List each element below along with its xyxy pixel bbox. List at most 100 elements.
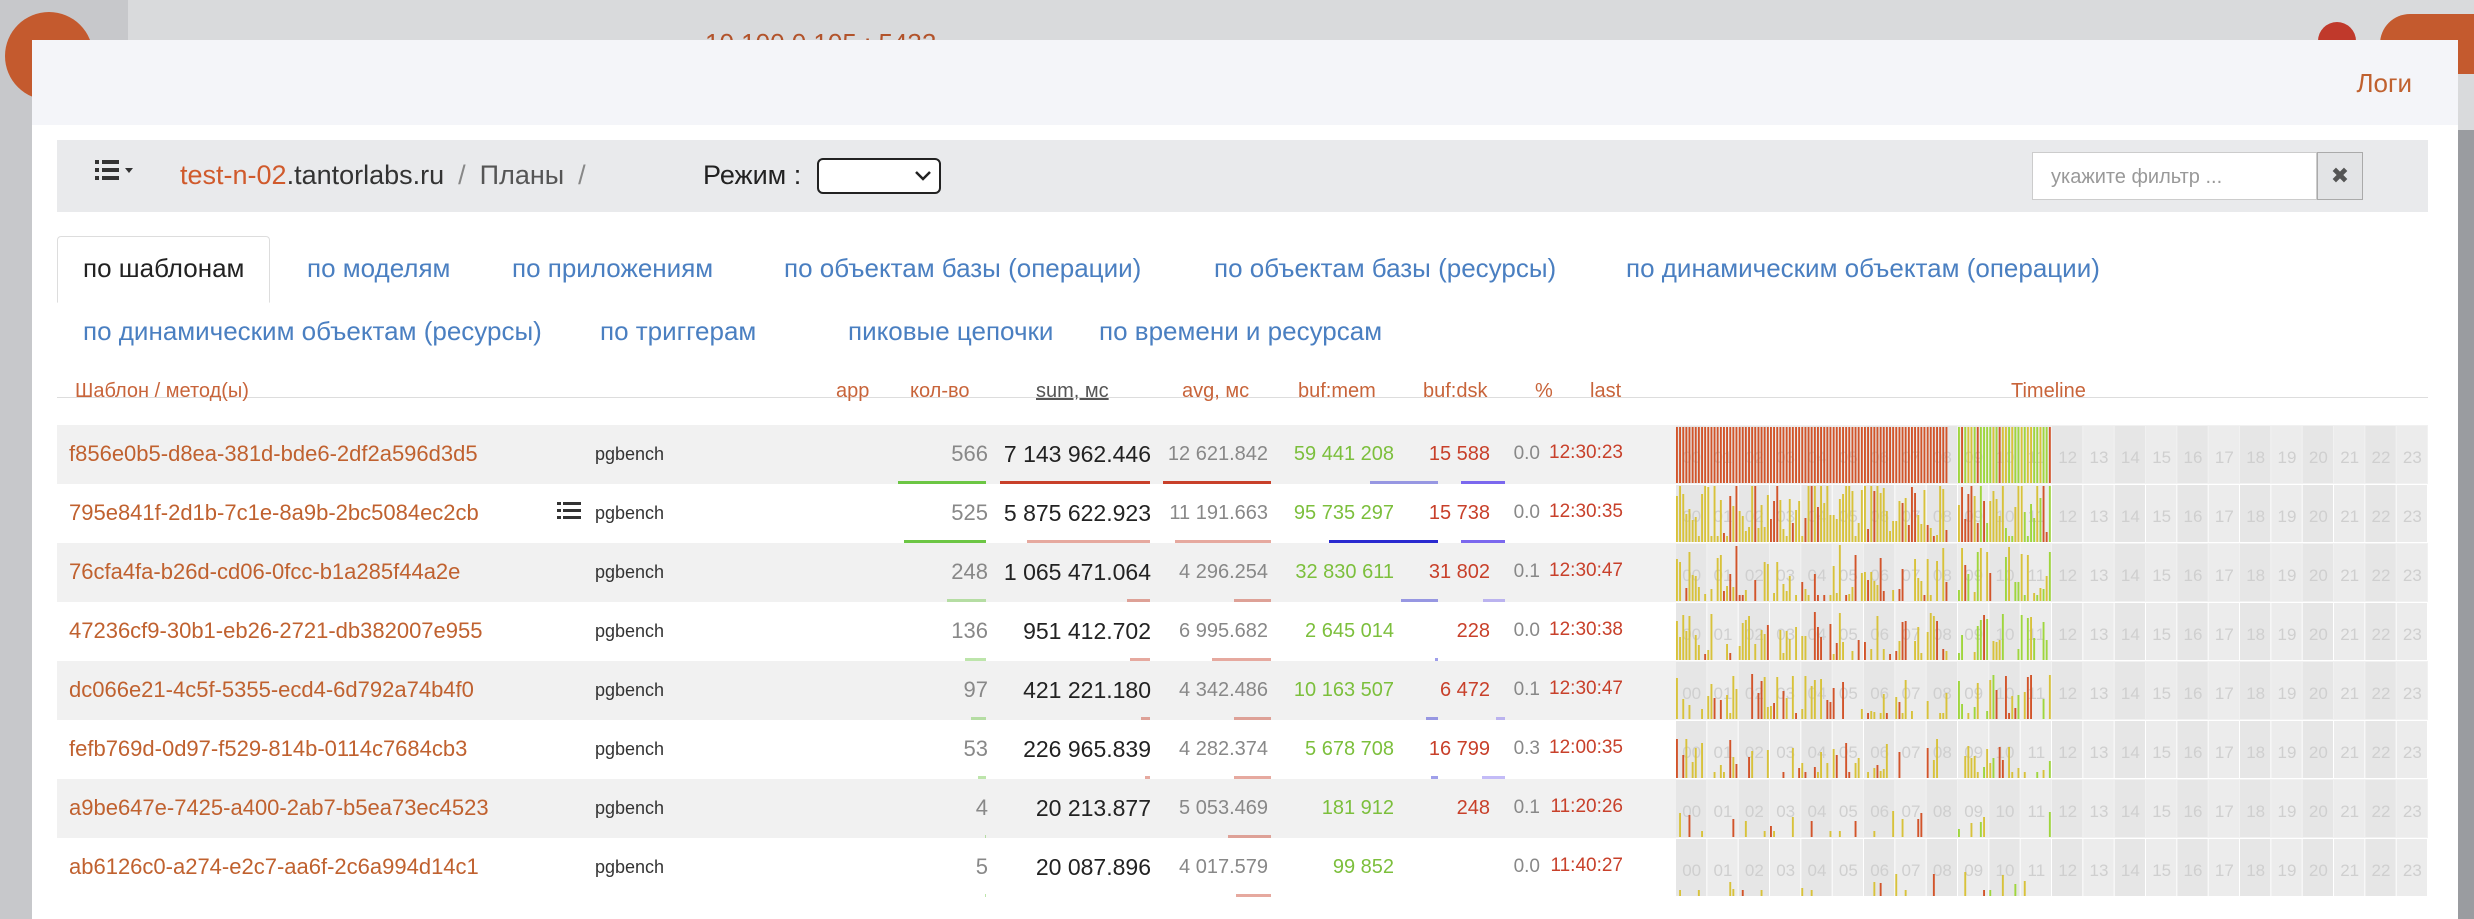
timeline-bar xyxy=(1788,499,1791,542)
table-row[interactable]: fefb769d-0d97-f529-814b-0114c7684cb3 pgbe… xyxy=(57,720,2428,779)
tab-dyn-objects-ops[interactable]: по динамическим объектам (операции) xyxy=(1626,253,2100,284)
timeline-bar xyxy=(1835,593,1838,601)
table-row[interactable]: ab6126c0-a274-e2c7-aa6f-2c6a994d14c1 pgbe… xyxy=(57,838,2428,897)
timeline-hour-label: 04 xyxy=(1808,684,1827,703)
template-id-link[interactable]: fefb769d-0d97-f529-814b-0114c7684cb3 xyxy=(69,736,467,762)
timeline-bar xyxy=(1911,711,1913,719)
timeline-bar xyxy=(1845,486,1848,542)
bufmem-value: 32 830 611 xyxy=(1295,561,1394,583)
timeline-bar xyxy=(1942,427,1945,483)
modal-header: Логи xyxy=(32,40,2458,125)
template-id-link[interactable]: 76cfa4fa-b26d-cd06-0fcc-b1a285f44a2e xyxy=(69,559,460,585)
table-row[interactable]: 47236cf9-30b1-eb26-2721-db382007e955 pgbe… xyxy=(57,602,2428,661)
timeline-bar xyxy=(1697,587,1700,601)
timeline-hour-label: 11 xyxy=(2028,566,2046,585)
col-app[interactable]: app xyxy=(836,380,869,426)
timeline-cell: 0001020304050607080910111213141516171819… xyxy=(1676,425,2428,484)
timeline-bar xyxy=(1773,501,1775,542)
table-row[interactable]: 795e841f-2d1b-7c1e-8a9b-2bc5084ec2cb pgbe… xyxy=(57,484,2428,543)
table-row[interactable]: f856e0b5-d8ea-381d-bde6-2df2a596d3d5 pgbe… xyxy=(57,425,2428,484)
timeline-bar xyxy=(1854,763,1857,778)
col-pct[interactable]: % xyxy=(1535,380,1553,426)
timeline-bar xyxy=(1873,491,1876,542)
timeline-bar xyxy=(1682,494,1685,542)
timeline-bar xyxy=(1713,486,1716,542)
timeline-bar xyxy=(1845,595,1848,601)
timeline-bar xyxy=(1798,427,1801,483)
logs-link[interactable]: Логи xyxy=(2356,68,2412,99)
tab-dyn-objects-res[interactable]: по динамическим объектам (ресурсы) xyxy=(83,316,542,347)
timeline-bar xyxy=(1779,427,1782,483)
table-row[interactable]: dc066e21-4c5f-5355-ecd4-6d792a74b4f0 pgbe… xyxy=(57,661,2428,720)
col-template[interactable]: Шаблон / метод(ы) xyxy=(75,380,249,426)
table-row[interactable]: 76cfa4fa-b26d-cd06-0fcc-b1a285f44a2e pgbe… xyxy=(57,543,2428,602)
timeline-bar xyxy=(1738,427,1741,483)
breadcrumb-plans[interactable]: Планы xyxy=(480,160,565,190)
timeline-bar xyxy=(1732,427,1735,483)
template-id-link[interactable]: a9be647e-7425-a400-2ab7-b5ea73ec4523 xyxy=(69,795,489,821)
timeline-bar xyxy=(1701,494,1703,542)
col-bufdsk[interactable]: buf:dsk xyxy=(1423,380,1487,426)
list-icon[interactable] xyxy=(557,500,581,528)
timeline-bar xyxy=(2001,614,2004,660)
timeline-bar xyxy=(1741,427,1744,483)
tab-by-models[interactable]: по моделям xyxy=(307,253,450,284)
timeline-bar xyxy=(1942,489,1945,542)
timeline-hour-label: 23 xyxy=(2403,802,2422,821)
template-id-link[interactable]: dc066e21-4c5f-5355-ecd4-6d792a74b4f0 xyxy=(69,677,474,703)
col-last[interactable]: last xyxy=(1590,380,1621,426)
mode-select[interactable] xyxy=(817,158,941,194)
timeline-bar xyxy=(1688,815,1691,837)
tab-db-objects-ops[interactable]: по объектам базы (операции) xyxy=(784,253,1141,284)
timeline-hour-label: 17 xyxy=(2215,861,2234,880)
col-sum[interactable]: sum, мс xyxy=(1036,380,1109,426)
breadcrumb-host-suffix[interactable]: .tantorlabs.ru xyxy=(287,160,445,190)
timeline-hour-label: 00 xyxy=(1682,684,1701,703)
tab-peak-chains[interactable]: пиковые цепочки xyxy=(848,316,1053,347)
timeline-bar xyxy=(1945,693,1948,719)
timeline-bar xyxy=(1773,831,1775,837)
filter-clear-button[interactable]: ✖ xyxy=(2317,152,2363,200)
app-name: pgbench xyxy=(595,857,665,877)
tab-by-time-resources[interactable]: по времени и ресурсам xyxy=(1099,316,1382,347)
timeline-bar xyxy=(2036,595,2039,601)
tab-by-triggers[interactable]: по триггерам xyxy=(600,316,756,347)
breadcrumb-host-prefix[interactable]: test-n-02 xyxy=(180,160,287,190)
percent-value: 0.0 xyxy=(1513,856,1540,877)
timeline-bar xyxy=(1989,890,1992,896)
timeline-bar xyxy=(1679,890,1681,896)
timeline-hour-label: 21 xyxy=(2340,566,2359,585)
timeline-hour-label: 16 xyxy=(2184,684,2203,703)
timeline-bar xyxy=(1986,619,1989,660)
timeline-bar xyxy=(1707,650,1710,660)
timeline-bar xyxy=(1876,585,1879,601)
timeline-hour-label: 22 xyxy=(2372,861,2391,880)
timeline-bar xyxy=(1879,427,1882,483)
bufdsk-value: 248 xyxy=(1456,797,1490,819)
timeline-bar xyxy=(1795,713,1797,719)
template-id-link[interactable]: 47236cf9-30b1-eb26-2721-db382007e955 xyxy=(69,618,482,644)
timeline-bar xyxy=(1817,595,1819,601)
template-id-link[interactable]: 795e841f-2d1b-7c1e-8a9b-2bc5084ec2cb xyxy=(69,500,479,526)
template-id-link[interactable]: ab6126c0-a274-e2c7-aa6f-2c6a994d14c1 xyxy=(69,854,479,880)
timeline-bar xyxy=(1898,427,1901,483)
timeline-bar xyxy=(1976,626,1979,660)
timeline-hour-label: 23 xyxy=(2403,743,2422,762)
table-row[interactable]: a9be647e-7425-a400-2ab7-b5ea73ec4523 pgbe… xyxy=(57,779,2428,838)
timeline-hour-label: 09 xyxy=(1964,743,1983,762)
filter-input[interactable]: укажите фильтр ... xyxy=(2032,152,2317,200)
col-count[interactable]: кол-во xyxy=(910,380,970,426)
template-id-link[interactable]: f856e0b5-d8ea-381d-bde6-2df2a596d3d5 xyxy=(69,441,478,467)
tab-db-objects-res[interactable]: по объектам базы (ресурсы) xyxy=(1214,253,1556,284)
col-avg[interactable]: avg, мс xyxy=(1182,380,1249,426)
timeline-bar xyxy=(1754,580,1757,601)
list-menu-button[interactable] xyxy=(95,160,135,189)
timeline-bar xyxy=(1961,487,1963,542)
timeline-bar xyxy=(1870,486,1873,542)
timeline-bar xyxy=(1904,621,1907,660)
timeline-bar xyxy=(1779,630,1782,660)
timeline-hour-label: 14 xyxy=(2121,743,2140,762)
tab-by-applications[interactable]: по приложениям xyxy=(512,253,713,284)
tab-by-templates[interactable]: по шаблонам xyxy=(57,236,271,303)
col-bufmem[interactable]: buf:mem xyxy=(1298,380,1376,426)
